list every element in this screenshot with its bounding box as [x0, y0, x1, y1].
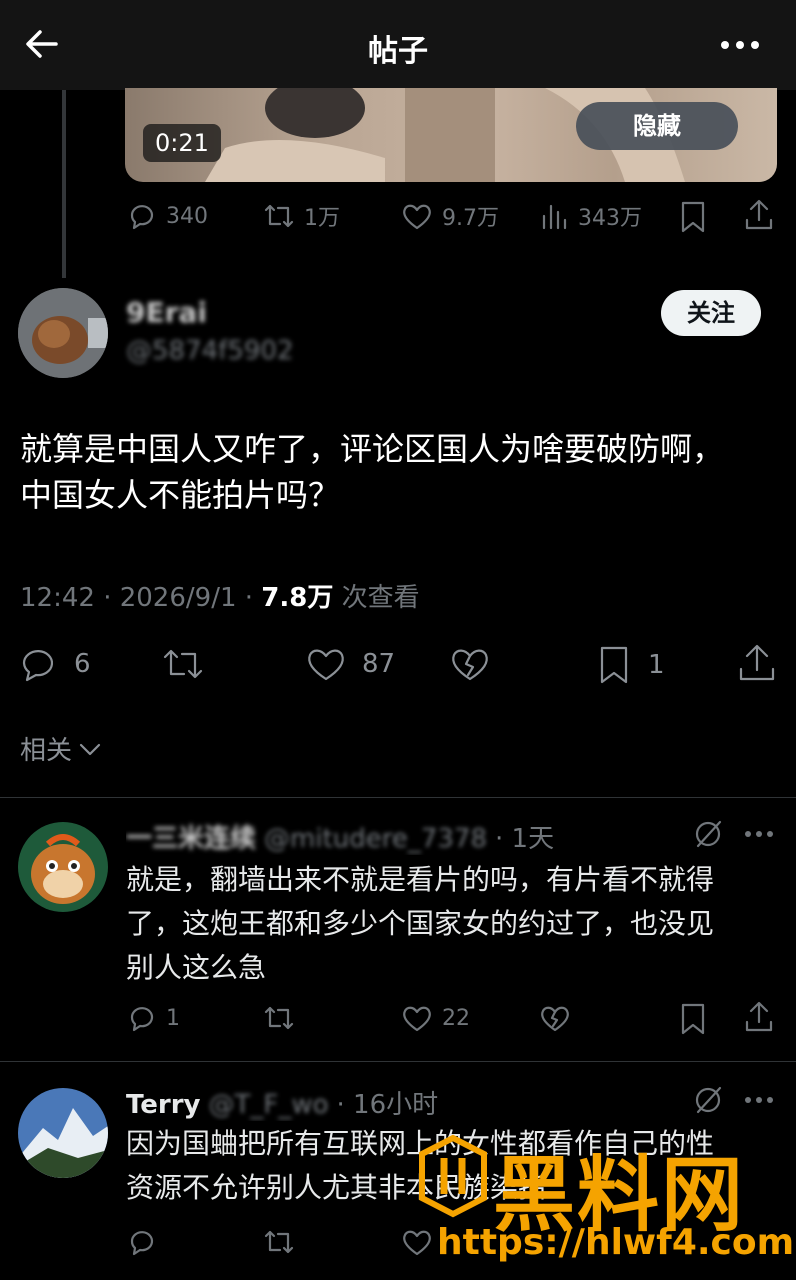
reply-text-line: 了，这炮王都和多少个国家女的约过了，也没见: [126, 907, 715, 940]
parent-reply-action[interactable]: 340: [126, 200, 208, 232]
bookmark-icon: [594, 644, 634, 686]
reply-header: 一三米连续 @mitudere_7378 · 1天: [126, 818, 686, 855]
reply-reply-action[interactable]: 1: [126, 1002, 180, 1034]
avatar[interactable]: [18, 1088, 108, 1178]
reply-header: Terry @T_F_wo · 16小时: [126, 1084, 686, 1121]
post-text-line: 中国女人不能拍片吗？: [20, 476, 341, 514]
post-text-line: 就算是中国人又咋了，评论区国人为啥要破防啊，: [20, 430, 725, 468]
retweet-icon: [262, 200, 296, 232]
post-time: 12:42 · 2026/9/1 ·: [20, 583, 262, 613]
avatar[interactable]: [18, 822, 108, 912]
watermark-url: https://hlwf4.com: [437, 1222, 795, 1263]
heart-icon: [400, 1002, 434, 1034]
parent-retweet-count: 1万: [304, 206, 340, 231]
heart-icon[interactable]: [400, 1226, 434, 1258]
heart-icon: [304, 644, 348, 684]
retweet-icon: [160, 644, 206, 684]
reply-time: · 1天: [495, 824, 555, 854]
broken-heart-icon[interactable]: [538, 1002, 572, 1034]
post-meta: 12:42 · 2026/9/1 · 7.8万 次查看: [20, 577, 420, 614]
reply-text-line: 就是，翻墙出来不就是看片的吗，有片看不就得: [126, 863, 715, 896]
top-bar: 帖子: [0, 0, 796, 90]
bookmark-icon[interactable]: [678, 1002, 708, 1036]
parent-like-action[interactable]: 9.7万: [400, 200, 499, 232]
grok-icon[interactable]: [692, 1084, 724, 1116]
reply-icon[interactable]: [126, 1226, 158, 1258]
chevron-down-icon: [78, 739, 102, 759]
more-icon[interactable]: [744, 1094, 774, 1106]
avatar[interactable]: [18, 288, 108, 378]
video-duration: 0:21: [143, 124, 221, 162]
parent-reply-count: 340: [166, 203, 208, 229]
author-name[interactable]: 9Erai: [126, 296, 207, 329]
reply-count: 6: [74, 649, 91, 679]
divider: [0, 1061, 796, 1062]
grok-icon[interactable]: [692, 818, 724, 850]
reply-reply-count: 1: [166, 1005, 180, 1031]
parent-retweet-action[interactable]: 1万: [262, 200, 340, 232]
bookmark-action[interactable]: 1: [594, 644, 665, 686]
views-icon: [540, 200, 570, 232]
reply-like-count: 22: [442, 1005, 470, 1031]
thread-line: [62, 90, 66, 278]
reply-author-name[interactable]: Terry: [126, 1090, 201, 1120]
retweet-icon[interactable]: [262, 1226, 296, 1258]
post-text: 就算是中国人又咋了，评论区国人为啥要破防啊， 中国女人不能拍片吗？: [20, 426, 780, 518]
reply-time: · 16小时: [336, 1090, 439, 1120]
reply-text: 就是，翻墙出来不就是看片的吗，有片看不就得 了，这炮王都和多少个国家女的约过了，…: [126, 858, 786, 990]
retweet-icon[interactable]: [262, 1002, 296, 1034]
share-icon[interactable]: [742, 1000, 776, 1034]
reply-icon: [18, 644, 60, 684]
reply-author-handle[interactable]: @mitudere_7378: [264, 824, 487, 854]
post-views-suffix: 次查看: [333, 583, 420, 613]
share-action[interactable]: [736, 642, 778, 684]
retweet-action[interactable]: [160, 644, 206, 684]
heart-icon: [400, 200, 434, 232]
post-views: 7.8万: [261, 583, 334, 613]
dislike-action[interactable]: [448, 644, 492, 684]
parent-views-action[interactable]: 343万: [540, 200, 642, 232]
more-icon[interactable]: [720, 36, 760, 54]
reply-author-handle[interactable]: @T_F_wo: [209, 1090, 329, 1120]
share-icon: [736, 642, 778, 684]
reply-text-line: 别人这么急: [126, 951, 267, 984]
follow-button[interactable]: 关注: [661, 290, 761, 336]
reply-like-action[interactable]: 22: [400, 1002, 470, 1034]
share-icon[interactable]: [742, 198, 776, 232]
more-icon[interactable]: [744, 828, 774, 840]
hide-button[interactable]: 隐藏: [576, 102, 738, 150]
watermark-logo-icon: [416, 1134, 490, 1218]
parent-views-count: 343万: [578, 206, 642, 231]
reply-author-name[interactable]: 一三米连续: [126, 818, 256, 855]
bookmark-icon[interactable]: [678, 200, 708, 234]
parent-like-count: 9.7万: [442, 206, 499, 231]
divider: [0, 797, 796, 798]
like-count: 87: [362, 649, 396, 679]
reply-icon: [126, 200, 158, 232]
bookmark-count: 1: [648, 650, 665, 680]
related-toggle[interactable]: 相关: [20, 730, 102, 767]
related-label: 相关: [20, 736, 73, 766]
reply-action[interactable]: 6: [18, 644, 91, 684]
page-title: 帖子: [368, 34, 428, 69]
like-action[interactable]: 87: [304, 644, 395, 684]
author-handle[interactable]: @5874f5902: [126, 336, 294, 366]
broken-heart-icon: [448, 644, 492, 684]
reply-icon: [126, 1002, 158, 1034]
